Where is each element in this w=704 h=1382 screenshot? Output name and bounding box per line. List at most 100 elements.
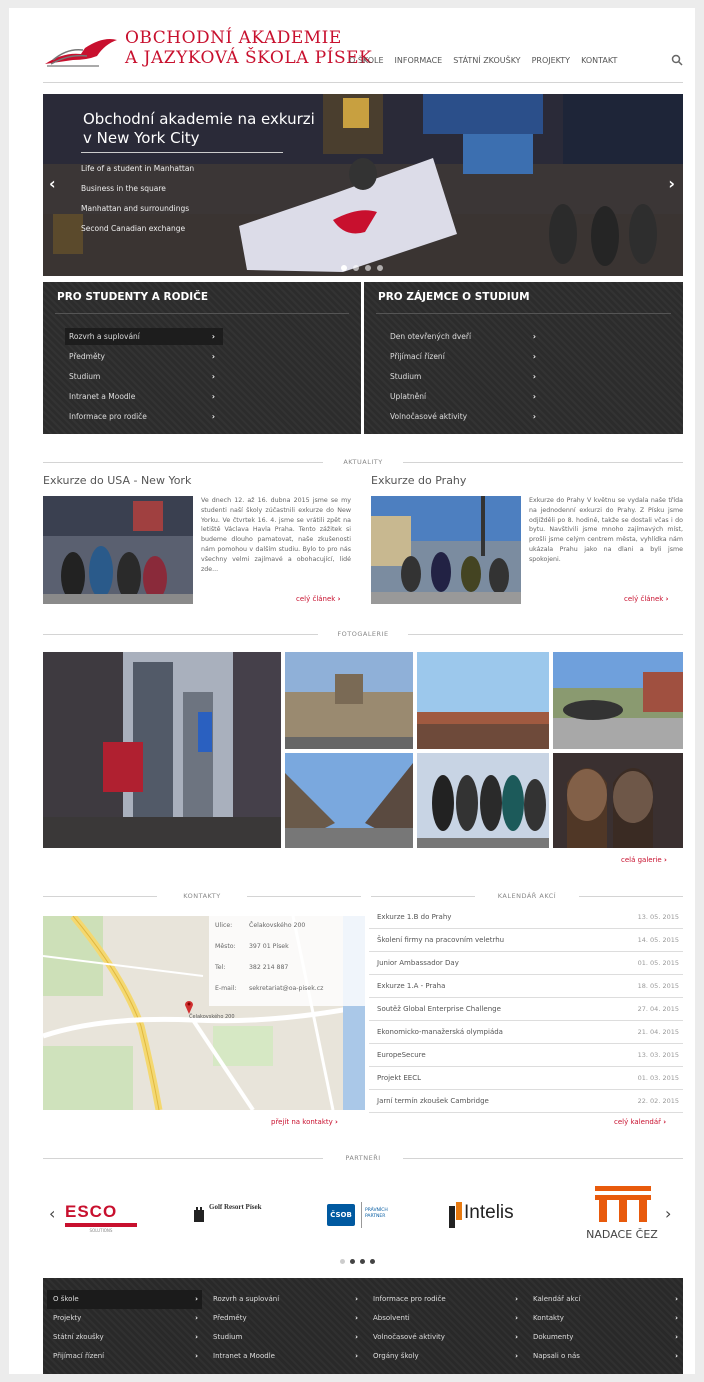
footer-link[interactable]: Informace pro rodiče › xyxy=(367,1290,522,1309)
chevron-right-icon: › xyxy=(355,1314,358,1322)
box-link-den-otevrenych-dveri[interactable]: Den otevřených dveří › xyxy=(386,328,544,345)
hero-title-line2[interactable]: v New York City xyxy=(83,129,200,147)
footer-link[interactable]: Předměty › xyxy=(207,1309,362,1328)
box-link-studium[interactable]: Studium › xyxy=(65,368,223,385)
footer-link[interactable]: Intranet a Moodle › xyxy=(207,1347,362,1366)
calendar-event-row[interactable]: Školení firmy na pracovním veletrhu 14. 0… xyxy=(369,929,683,952)
gallery-photo[interactable] xyxy=(553,652,683,749)
box-link-informace-rodice[interactable]: Informace pro rodiče › xyxy=(65,408,223,425)
footer-link[interactable]: Orgány školy › xyxy=(367,1347,522,1366)
partners-prev-arrow-icon[interactable]: ‹ xyxy=(49,1204,55,1223)
gallery-photo[interactable] xyxy=(285,652,413,749)
calendar-event-name: EuropeSecure xyxy=(377,1051,426,1059)
gallery-photo[interactable] xyxy=(417,652,549,749)
news-title-usa[interactable]: Exkurze do USA - New York xyxy=(43,474,191,487)
calendar-event-row[interactable]: Jarní termín zkoušek Cambridge 22. 02. 20… xyxy=(369,1090,683,1113)
contact-label: Město: xyxy=(215,943,236,950)
gallery-photo[interactable] xyxy=(285,753,413,848)
nav-item-statni-zkousky[interactable]: STÁTNÍ ZKOUŠKY xyxy=(453,56,520,65)
partner-logo-esco[interactable]: ESCO SOLUTIONS xyxy=(65,1190,155,1240)
footer-link[interactable]: Kontakty › xyxy=(527,1309,682,1328)
box-link-prijimaci-rizeni[interactable]: Přijímací řízení › xyxy=(386,348,544,365)
partners-dot[interactable] xyxy=(370,1259,375,1264)
calendar-event-row[interactable]: Junior Ambassador Day 01. 05. 2015 xyxy=(369,952,683,975)
calendar-event-row[interactable]: Soutěž Global Enterprise Challenge 27. 04… xyxy=(369,998,683,1021)
footer-link[interactable]: Projekty › xyxy=(47,1309,202,1328)
box-link-predmety[interactable]: Předměty › xyxy=(65,348,223,365)
calendar-event-row[interactable]: Exkurze 1.A - Praha 18. 05. 2015 xyxy=(369,975,683,998)
news-more-link-praha[interactable]: celý článek › xyxy=(624,595,668,603)
box-link-studium[interactable]: Studium › xyxy=(386,368,544,385)
news-title-praha[interactable]: Exkurze do Prahy xyxy=(371,474,466,487)
main-nav: O ŠKOLE INFORMACE STÁTNÍ ZKOUŠKY PROJEKT… xyxy=(349,56,617,65)
footer-link[interactable]: Státní zkoušky › xyxy=(47,1328,202,1347)
logo-title-line1[interactable]: OBCHODNÍ AKADEMIE xyxy=(125,28,342,48)
footer-link-label: Předměty xyxy=(213,1314,247,1322)
map-pin-icon[interactable] xyxy=(184,999,194,1014)
slider-dot[interactable] xyxy=(377,265,383,271)
calendar-event-name: Exkurze 1.B do Prahy xyxy=(377,913,452,921)
contacts-more-link[interactable]: přejít na kontakty › xyxy=(271,1118,338,1126)
gallery-photo[interactable] xyxy=(43,652,281,848)
footer-link[interactable]: Rozvrh a suplování › xyxy=(207,1290,362,1309)
footer-link-label: Rozvrh a suplování xyxy=(213,1295,280,1303)
hero-bullet: Life of a student in Manhattan xyxy=(81,164,195,173)
school-logo-icon[interactable] xyxy=(43,30,123,70)
partner-logo-golf[interactable]: Golf Resort Písek xyxy=(193,1190,283,1240)
calendar-event-row[interactable]: Exkurze 1.B do Prahy 13. 05. 2015 xyxy=(369,906,683,929)
hero-bullet: Second Canadian exchange xyxy=(81,224,186,233)
contact-email[interactable]: sekretariat@oa-pisek.cz xyxy=(249,985,323,992)
chevron-right-icon: › xyxy=(515,1333,518,1341)
box-link-label: Předměty xyxy=(69,352,105,361)
search-icon[interactable] xyxy=(671,54,683,66)
box-link-intranet[interactable]: Intranet a Moodle › xyxy=(65,388,223,405)
footer-link[interactable]: Přijímací řízení › xyxy=(47,1347,202,1366)
partner-logo-csob[interactable]: ČSOB PRÁVNÍCH PARTNER xyxy=(327,1190,407,1240)
box-link-rozvrh[interactable]: Rozvrh a suplování › xyxy=(65,328,223,345)
gallery-more-link[interactable]: celá galerie › xyxy=(621,856,667,864)
footer-link[interactable]: Kalendář akcí › xyxy=(527,1290,682,1309)
partners-dot[interactable] xyxy=(340,1259,345,1264)
slider-dot[interactable] xyxy=(341,265,347,271)
box-link-label: Intranet a Moodle xyxy=(69,392,136,401)
partner-logo-intelis[interactable]: Intelis xyxy=(449,1190,539,1240)
news-image-usa[interactable] xyxy=(43,496,193,604)
footer-link[interactable]: Volnočasové aktivity › xyxy=(367,1328,522,1347)
partner-logo-nadace-cez[interactable]: NADACE ČEZ xyxy=(575,1178,669,1248)
footer-link-label: Přijímací řízení xyxy=(53,1352,105,1360)
calendar-more-link[interactable]: celý kalendář › xyxy=(614,1118,666,1126)
calendar-event-row[interactable]: Projekt EECL 01. 03. 2015 xyxy=(369,1067,683,1090)
nav-item-kontakt[interactable]: KONTAKT xyxy=(581,56,617,65)
box-link-volnocasove-aktivity[interactable]: Volnočasové aktivity › xyxy=(386,408,544,425)
partners-next-arrow-icon[interactable]: › xyxy=(665,1204,671,1223)
footer-link[interactable]: Absolventi › xyxy=(367,1309,522,1328)
logo-title-line2[interactable]: A JAZYKOVÁ ŠKOLA PÍSEK xyxy=(125,48,372,68)
footer-link[interactable]: O škole › xyxy=(47,1290,202,1309)
gallery-photo[interactable] xyxy=(417,753,549,848)
hero-title-line1[interactable]: Obchodní akademie na exkurzi xyxy=(83,110,315,128)
calendar-event-row[interactable]: Ekonomicko-manažerská olympiáda 21. 04. 2… xyxy=(369,1021,683,1044)
news-more-link-usa[interactable]: celý článek › xyxy=(296,595,340,603)
contact-map[interactable]: Čelakovského 200 Ulice: Čelakovského 200… xyxy=(43,916,365,1110)
hero-prev-arrow-icon[interactable]: ‹ xyxy=(49,174,56,193)
hero-slider[interactable]: Obchodní akademie na exkurzi v New York … xyxy=(43,94,683,276)
footer-link[interactable]: Studium › xyxy=(207,1328,362,1347)
partners-dot[interactable] xyxy=(360,1259,365,1264)
hero-next-arrow-icon[interactable]: › xyxy=(668,174,675,193)
footer-link[interactable]: Napsali o nás › xyxy=(527,1347,682,1366)
partners-dot[interactable] xyxy=(350,1259,355,1264)
calendar-event-row[interactable]: EuropeSecure 13. 03. 2015 xyxy=(369,1044,683,1067)
calendar-event-name: Soutěž Global Enterprise Challenge xyxy=(377,1005,501,1013)
calendar-event-date: 13. 03. 2015 xyxy=(637,1051,679,1059)
box-link-uplatneni[interactable]: Uplatnění › xyxy=(386,388,544,405)
slider-dot[interactable] xyxy=(365,265,371,271)
chevron-right-icon: › xyxy=(195,1314,198,1322)
nav-item-projekty[interactable]: PROJEKTY xyxy=(532,56,571,65)
contact-phone[interactable]: 382 214 887 xyxy=(249,964,288,971)
nav-item-informace[interactable]: INFORMACE xyxy=(395,56,443,65)
gallery-photo[interactable] xyxy=(553,753,683,848)
footer-link[interactable]: Dokumenty › xyxy=(527,1328,682,1347)
news-image-praha[interactable] xyxy=(371,496,521,604)
slider-dot[interactable] xyxy=(353,265,359,271)
nav-item-o-skole[interactable]: O ŠKOLE xyxy=(349,56,384,65)
